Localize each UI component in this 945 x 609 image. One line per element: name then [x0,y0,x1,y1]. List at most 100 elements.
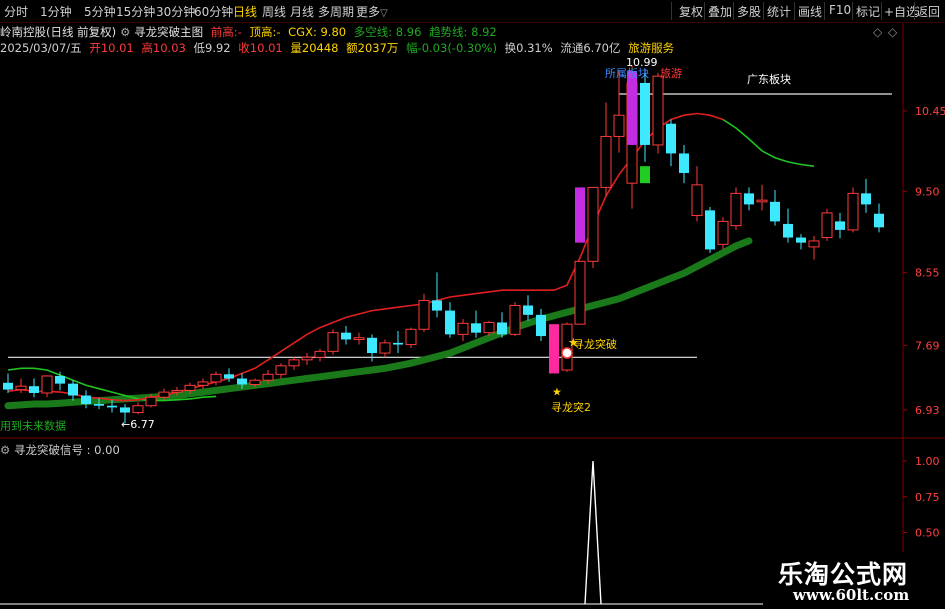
candle-body [445,310,455,335]
sub-gear-icon[interactable]: ⚙ [0,443,10,457]
tab-monthly[interactable]: 月线 [290,3,314,20]
candle-body [691,184,703,216]
sub-y-tick-label: 1.00 [915,455,940,468]
candle-body [808,240,820,248]
candle-body [301,356,313,361]
candle-body [237,378,247,385]
candle-body [756,199,768,203]
indicator-header: 岭南控股(日线 前复权) ⚙ 寻龙突破主图 前高:- 顶高:- CGX: 9.80… [0,24,501,40]
candle-body [483,321,495,334]
candle-body [327,332,339,352]
stats-button[interactable]: 统计 [767,3,791,20]
quote-close: 收10.01 [238,41,283,55]
candle-body [652,75,664,146]
candle-body [41,375,53,394]
star-icon: ★ [568,335,579,349]
candle-body [821,212,833,239]
ding-gao-label: 顶高: [249,25,277,39]
highlight-bar [640,166,650,184]
f10-button[interactable]: F10 [829,3,851,17]
star-icon: ★ [552,386,562,399]
annotation-breakout: 寻龙突破 [573,337,617,351]
candle-body [262,373,274,381]
cgx-value: CGX: 9.80 [288,25,347,39]
quote-open: 开10.01 [89,41,134,55]
overlay-button[interactable]: 叠加 [708,3,732,20]
indicator-gear-icon[interactable]: ⚙ [120,25,130,39]
tab-more[interactable]: 更多▽ [356,3,388,20]
stock-name[interactable]: 岭南控股(日线 前复权) [0,25,116,39]
tab-15min[interactable]: 15分钟 [116,3,155,20]
candle-body [224,374,234,379]
candle-body [861,193,871,205]
tab-60min[interactable]: 60分钟 [194,3,233,20]
sub-indicator-header: ⚙ 寻龙突破信号 : 0.00 [0,442,120,458]
candle-body [679,153,689,173]
qu-shi-value: 趋势线: 8.92 [429,25,497,39]
tab-weekly[interactable]: 周线 [262,3,286,20]
candle-body [29,386,39,393]
y-tick-label: 9.50 [915,186,940,199]
sub-indicator-label[interactable]: 寻龙突破信号 : 0.00 [14,443,120,457]
candle-body [509,304,521,335]
add-watchlist-button[interactable]: +自选 [884,3,918,20]
pin-icon[interactable]: ◇ [888,25,897,39]
diamond-icon[interactable]: ◇ [873,25,882,39]
candle-body [847,192,859,231]
candle-body [574,260,586,325]
y-tick-label: 8.55 [915,266,940,279]
back-button[interactable]: 返回 [916,3,940,20]
candle-body [874,213,884,228]
quote-float-cap: 流通6.70亿 [560,41,621,55]
tab-fenshi[interactable]: 分时 [4,3,28,20]
buy-marker-icon [561,347,573,359]
tab-daily[interactable]: 日线 [233,3,257,20]
quote-amount: 额2037万 [346,41,399,55]
quote-date: 2025/03/07/五 [0,41,82,55]
candle-body [145,396,157,407]
candle-body [613,114,625,137]
period-toolbar: 分时 1分钟 5分钟 15分钟 30分钟 60分钟 日线 周线 月线 多周期 更… [0,0,945,23]
tab-1min[interactable]: 1分钟 [40,3,72,20]
candle-body [744,193,754,205]
candle-body [132,405,144,414]
candle-body [405,328,417,346]
highlight-bar [549,324,559,374]
candle-body [275,365,287,375]
candle-body [15,385,27,391]
ding-gao-value: - [276,25,281,39]
watermark-url: www.60lt.com [793,586,910,604]
draw-line-button[interactable]: 画线 [798,3,822,20]
indicator-name[interactable]: 寻龙突破主图 [134,25,203,39]
signal-spike [584,460,602,605]
fuquan-button[interactable]: 复权 [679,3,703,20]
candle-body [770,201,780,222]
candle-body [341,332,351,340]
candle-body [107,405,117,408]
candle-body [367,337,377,354]
tab-5min[interactable]: 5分钟 [84,3,116,20]
candle-body [717,220,729,245]
kline-chart[interactable]: 10.459.508.557.696.931.000.750.500.25所属板… [0,0,945,609]
mark-button[interactable]: 标记 [856,3,880,20]
candle-body [288,359,300,367]
y-tick-label: 10.45 [915,105,945,118]
multi-stock-button[interactable]: 多股 [737,3,761,20]
quote-info: 2025/03/07/五 开10.01 高10.03 低9.92 收10.01 … [0,40,678,56]
green-line [722,118,815,167]
trend-line [4,237,753,410]
tab-multi-period[interactable]: 多周期 [318,3,354,20]
quote-change: 幅-0.03(-0.30%) [406,41,497,55]
tab-more-label: 更多 [356,5,381,19]
quote-high: 高10.03 [141,41,186,55]
candle-body [249,379,261,385]
quote-sector[interactable]: 旅游服务 [628,41,674,55]
candle-body [3,382,13,390]
candle-body [600,135,612,188]
candle-body [796,237,806,243]
candle-body [730,192,742,227]
candle-body [666,123,676,154]
tab-30min[interactable]: 30分钟 [156,3,195,20]
candle-body [94,404,104,406]
sub-y-tick-label: 0.75 [915,491,940,504]
